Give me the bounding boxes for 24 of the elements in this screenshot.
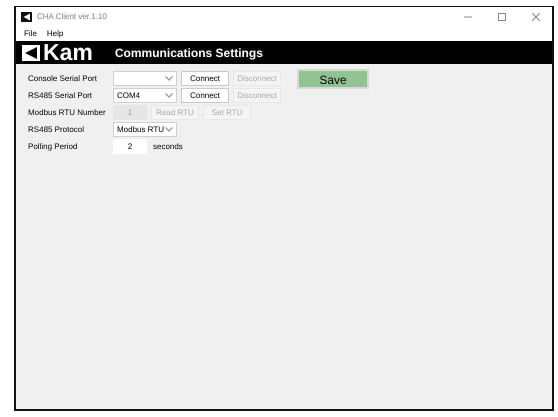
- close-icon[interactable]: [532, 13, 540, 21]
- dropdown-field[interactable]: [113, 71, 177, 86]
- action-button[interactable]: Connect: [181, 88, 229, 103]
- field-label: Modbus RTU Number: [28, 106, 107, 118]
- field-label: RS485 Serial Port: [28, 90, 94, 102]
- action-button[interactable]: Connect: [181, 71, 229, 86]
- unit-label: seconds: [153, 140, 183, 152]
- field-label: Polling Period: [28, 140, 78, 152]
- app-logo-icon: [21, 12, 32, 22]
- save-button[interactable]: Save: [297, 69, 369, 89]
- chevron-down-icon: [165, 127, 173, 132]
- logo-text: Kam: [43, 41, 93, 64]
- dropdown-field[interactable]: COM4: [113, 88, 177, 103]
- menu-item[interactable]: Help: [46, 28, 64, 40]
- chevron-down-icon: [165, 93, 173, 98]
- menu-item[interactable]: File: [24, 28, 37, 40]
- maximize-icon[interactable]: [498, 13, 506, 21]
- header-title: Communications Settings: [114, 44, 263, 62]
- chevron-down-icon: [165, 76, 173, 81]
- number-field[interactable]: 2: [113, 139, 147, 154]
- dropdown-field[interactable]: Modbus RTU: [113, 122, 177, 137]
- field-label: RS485 Protocol: [28, 124, 86, 136]
- field-label: Console Serial Port: [28, 72, 98, 84]
- window-title: CHA Client ver.1.10: [37, 11, 107, 23]
